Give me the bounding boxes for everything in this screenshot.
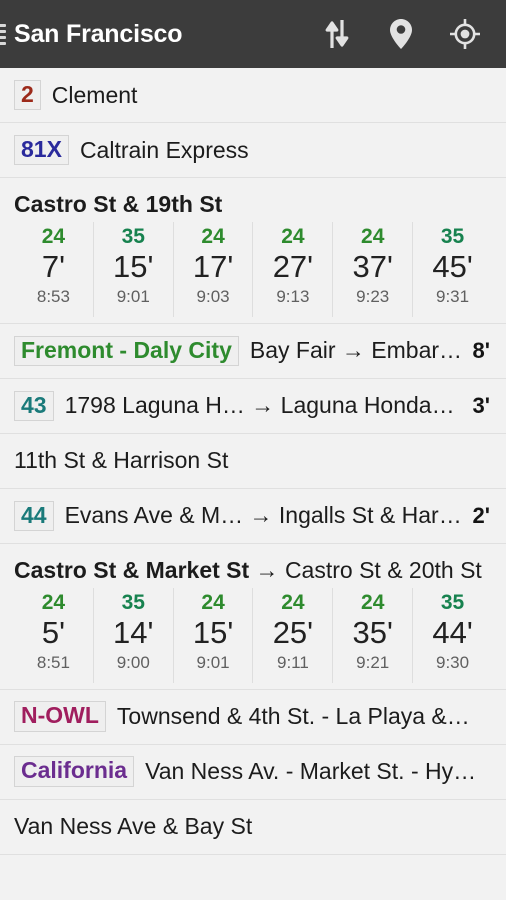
route-description: Clement [51, 81, 138, 108]
departure-clock-time: 9:01 [116, 286, 150, 306]
route-badge: 43 [14, 390, 54, 422]
departure-cell[interactable]: 24 25' 9:11 [252, 587, 332, 683]
departure-cell[interactable]: 24 27' 9:13 [252, 222, 332, 317]
departure-line-number: 35 [121, 590, 145, 614]
departure-clock-time: 9:21 [356, 652, 390, 672]
departure-clock-time: 9:01 [196, 652, 230, 672]
departure-minutes: 44' [432, 615, 473, 651]
departure-minutes: 5' [41, 615, 65, 651]
route-eta: 8' [472, 337, 490, 363]
departure-cell[interactable]: 24 37' 9:23 [332, 222, 412, 317]
departure-minutes: 17' [192, 249, 234, 285]
route-row-2-clement[interactable]: 2 Clement [0, 68, 506, 123]
departure-cell[interactable]: 24 17' 9:03 [172, 222, 253, 317]
departure-minutes: 7' [41, 249, 65, 285]
route-eta: 2' [472, 502, 490, 528]
departure-line-number: 24 [361, 590, 385, 614]
departure-line-number: 24 [361, 225, 385, 248]
departure-minutes: 35' [352, 615, 393, 651]
stop-row-11th-harrison[interactable]: 11th St & Harrison St [0, 433, 506, 489]
route-badge: Fremont - Daly City [14, 335, 239, 367]
departure-minutes: 37' [352, 249, 393, 285]
departures-destination: → Castro St & 20th St [249, 556, 482, 583]
departure-minutes: 15' [113, 249, 154, 285]
departures-castro-19th[interactable]: Castro St & 19th St 24 7' 8:53 35 15' 9:01 24 17… [0, 178, 506, 324]
departure-clock-time: 9:13 [276, 286, 310, 306]
departure-clock-time: 9:03 [196, 286, 230, 306]
departure-line-number: 24 [281, 225, 305, 248]
stop-name: Van Ness Ave & Bay St [14, 813, 253, 840]
transit-list[interactable]: 2 Clement 81X Caltrain Express Castro St & 1… [0, 68, 506, 855]
departure-line-number: 24 [201, 590, 225, 614]
route-row-81x-caltrain-express[interactable]: 81X Caltrain Express [0, 123, 506, 178]
departure-line-number: 24 [41, 590, 66, 614]
departure-clock-time: 8:51 [36, 652, 70, 672]
departure-cell[interactable]: 35 44' 9:30 [412, 587, 492, 683]
route-badge: N-OWL [14, 701, 106, 733]
departures-grid: 24 7' 8:53 35 15' 9:01 24 17' 9:03 24 27' 9:13 24 37'… [14, 222, 492, 317]
departure-cell[interactable]: 24 7' 8:53 [14, 222, 93, 317]
departure-cell[interactable]: 35 45' 9:31 [412, 222, 492, 317]
departure-cell[interactable]: 24 35' 9:21 [332, 587, 412, 683]
departure-cell[interactable]: 24 5' 8:51 [14, 588, 93, 683]
departure-line-number: 24 [281, 590, 305, 614]
stop-row-van-ness-bay[interactable]: Van Ness Ave & Bay St [0, 799, 506, 855]
departures-title: Castro St & Market St → Castro St & 20th… [14, 544, 492, 588]
route-description: Evans Ave & M… → Ingalls St & Har… [64, 502, 462, 529]
departures-origin: Castro St & 19th St [14, 191, 223, 217]
departures-title: Castro St & 19th St [14, 178, 492, 222]
route-description: Van Ness Av. - Market St. - Hy… [145, 758, 477, 785]
route-row-43[interactable]: 43 1798 Laguna H… → Laguna Honda… 3' [0, 378, 506, 434]
departure-minutes: 14' [113, 615, 154, 651]
departure-line-number: 35 [121, 225, 145, 248]
route-description: Bay Fair → Embar… [249, 337, 463, 364]
departure-minutes: 15' [192, 615, 234, 651]
action-bar: San Francisco [0, 0, 506, 68]
departure-minutes: 45' [432, 249, 473, 285]
departure-clock-time: 9:11 [276, 652, 309, 672]
route-description: Caltrain Express [79, 136, 249, 163]
departure-line-number: 35 [440, 590, 465, 614]
route-description: Townsend & 4th St. - La Playa &… [116, 703, 470, 730]
route-row-fremont-daly-city[interactable]: Fremont - Daly City Bay Fair → Embar… 8' [0, 323, 506, 379]
action-bar-icons [322, 17, 506, 51]
departure-clock-time: 9:23 [356, 286, 390, 306]
route-row-n-owl[interactable]: N-OWL Townsend & 4th St. - La Playa &… [0, 689, 506, 745]
route-row-california[interactable]: California Van Ness Av. - Market St. - Hy… [0, 744, 506, 800]
departure-clock-time: 9:00 [116, 652, 150, 672]
departure-line-number: 35 [440, 225, 465, 248]
route-badge: 2 [14, 79, 41, 111]
map-pin-icon[interactable] [386, 17, 416, 51]
stop-name: 11th St & Harrison St [14, 447, 229, 474]
departure-cell[interactable]: 35 15' 9:01 [92, 222, 173, 317]
route-eta: 3' [472, 392, 490, 418]
my-location-icon[interactable] [450, 17, 480, 51]
route-description: 1798 Laguna H… → Laguna Honda… [64, 392, 455, 419]
departures-origin: Castro St & Market St [14, 556, 250, 583]
departure-clock-time: 8:53 [36, 286, 70, 306]
departure-clock-time: 9:30 [436, 652, 470, 672]
sort-updown-icon[interactable] [322, 17, 352, 51]
hamburger-icon[interactable] [0, 23, 8, 45]
departure-cell[interactable]: 35 14' 9:00 [92, 587, 173, 683]
page-title: San Francisco [14, 19, 183, 48]
route-badge: California [14, 756, 135, 788]
route-badge: 44 [14, 500, 54, 532]
departure-line-number: 24 [41, 225, 66, 248]
departures-castro-market[interactable]: Castro St & Market St → Castro St & 20th… [0, 543, 506, 690]
departure-minutes: 25' [272, 615, 314, 651]
departure-minutes: 27' [272, 249, 314, 285]
route-row-44[interactable]: 44 Evans Ave & M… → Ingalls St & Har… 2' [0, 488, 506, 544]
route-badge: 81X [14, 134, 69, 166]
departure-clock-time: 9:31 [436, 286, 470, 306]
departure-cell[interactable]: 24 15' 9:01 [172, 587, 253, 683]
departure-line-number: 24 [201, 225, 225, 248]
departures-grid: 24 5' 8:51 35 14' 9:00 24 15' 9:01 24 25' 9:11 24 35'… [14, 587, 492, 683]
